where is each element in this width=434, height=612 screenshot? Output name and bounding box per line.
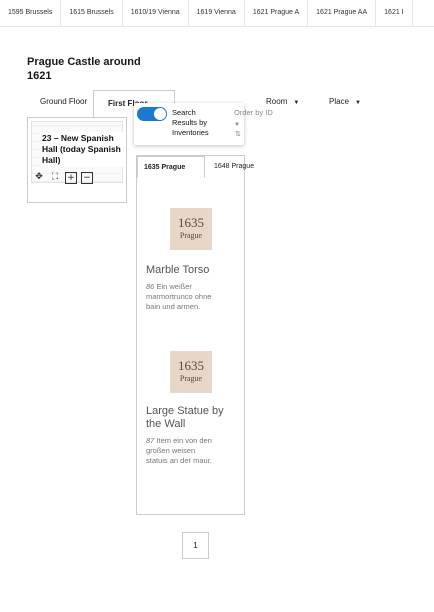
zoom-out-icon[interactable]: − <box>81 172 93 184</box>
top-tab[interactable]: 1595 Brussels <box>0 0 62 26</box>
search-toggle-label: Search Results by Inventories <box>172 108 209 137</box>
item-text: Item ein von den großen weisen statuis a… <box>146 436 212 465</box>
caret-down-icon: ▼ <box>234 122 240 128</box>
top-tab[interactable]: 1621 Prague AA <box>308 0 377 26</box>
fullscreen-icon[interactable]: ⛶ <box>49 172 61 184</box>
map-room-label: 23 – New Spanish Hall (today Spanish Hal… <box>40 132 125 167</box>
item-text: Ein weißer marmortrunco ohne bain und ar… <box>146 282 212 311</box>
page-title: Prague Castle around 1621 <box>27 56 141 82</box>
tab-inventory-1635[interactable]: 1635 Prague <box>137 156 205 178</box>
order-by-dropdown[interactable]: Order by ID ▼ <box>234 108 274 130</box>
caret-down-icon: ▼ <box>293 100 300 106</box>
top-tab[interactable]: 1621 Prague A <box>245 0 309 26</box>
room-dropdown-label: Room <box>266 97 288 106</box>
badge-city: Prague <box>179 374 203 383</box>
inventory-badge: 1635 Prague <box>170 208 212 250</box>
top-tab[interactable]: 1615 Brussels <box>61 0 123 26</box>
badge-city: Prague <box>179 231 203 240</box>
caret-down-icon: ▼ <box>355 100 361 106</box>
tab-inventory-1648[interactable]: 1648 Prague <box>208 159 260 174</box>
tab-ground-floor[interactable]: Ground Floor <box>40 97 87 106</box>
top-tab[interactable]: 1619 Vienna <box>189 0 245 26</box>
search-options-popup: Search Results by Inventories <box>134 103 244 145</box>
zoom-in-icon[interactable]: + <box>65 172 77 184</box>
search-by-inventories-toggle[interactable] <box>137 107 167 121</box>
map-toolbar: ✥ ⛶ + − <box>33 172 93 184</box>
badge-year: 1635 <box>178 358 204 373</box>
place-dropdown-label: Place <box>329 97 350 106</box>
order-by-label: Order by ID <box>234 108 273 117</box>
item-number: 86 <box>146 282 155 291</box>
inventory-tabs-bar: 1595 Brussels 1615 Brussels 1610/19 Vien… <box>0 0 434 27</box>
item-title[interactable]: Large Statue by the Wall <box>146 405 238 431</box>
badge-year: 1635 <box>178 215 204 230</box>
item-description: 86 Ein weißer marmortrunco ohne bain und… <box>146 282 212 312</box>
move-icon[interactable]: ✥ <box>33 172 45 184</box>
top-tab[interactable]: 1621 I <box>376 0 413 26</box>
inventory-badge: 1635 Prague <box>170 351 212 393</box>
item-title[interactable]: Marble Torso <box>146 264 238 277</box>
room-dropdown[interactable]: Room ▼ <box>266 97 299 106</box>
sort-order-icon[interactable]: ⇅ <box>235 130 241 138</box>
pagination-page-1[interactable]: 1 <box>182 532 209 559</box>
item-description: 87 Item ein von den großen weisen statui… <box>146 436 212 466</box>
top-tab[interactable]: 1610/19 Vienna <box>123 0 189 26</box>
place-dropdown[interactable]: Place ▼ <box>329 97 361 106</box>
item-number: 87 <box>146 436 155 445</box>
